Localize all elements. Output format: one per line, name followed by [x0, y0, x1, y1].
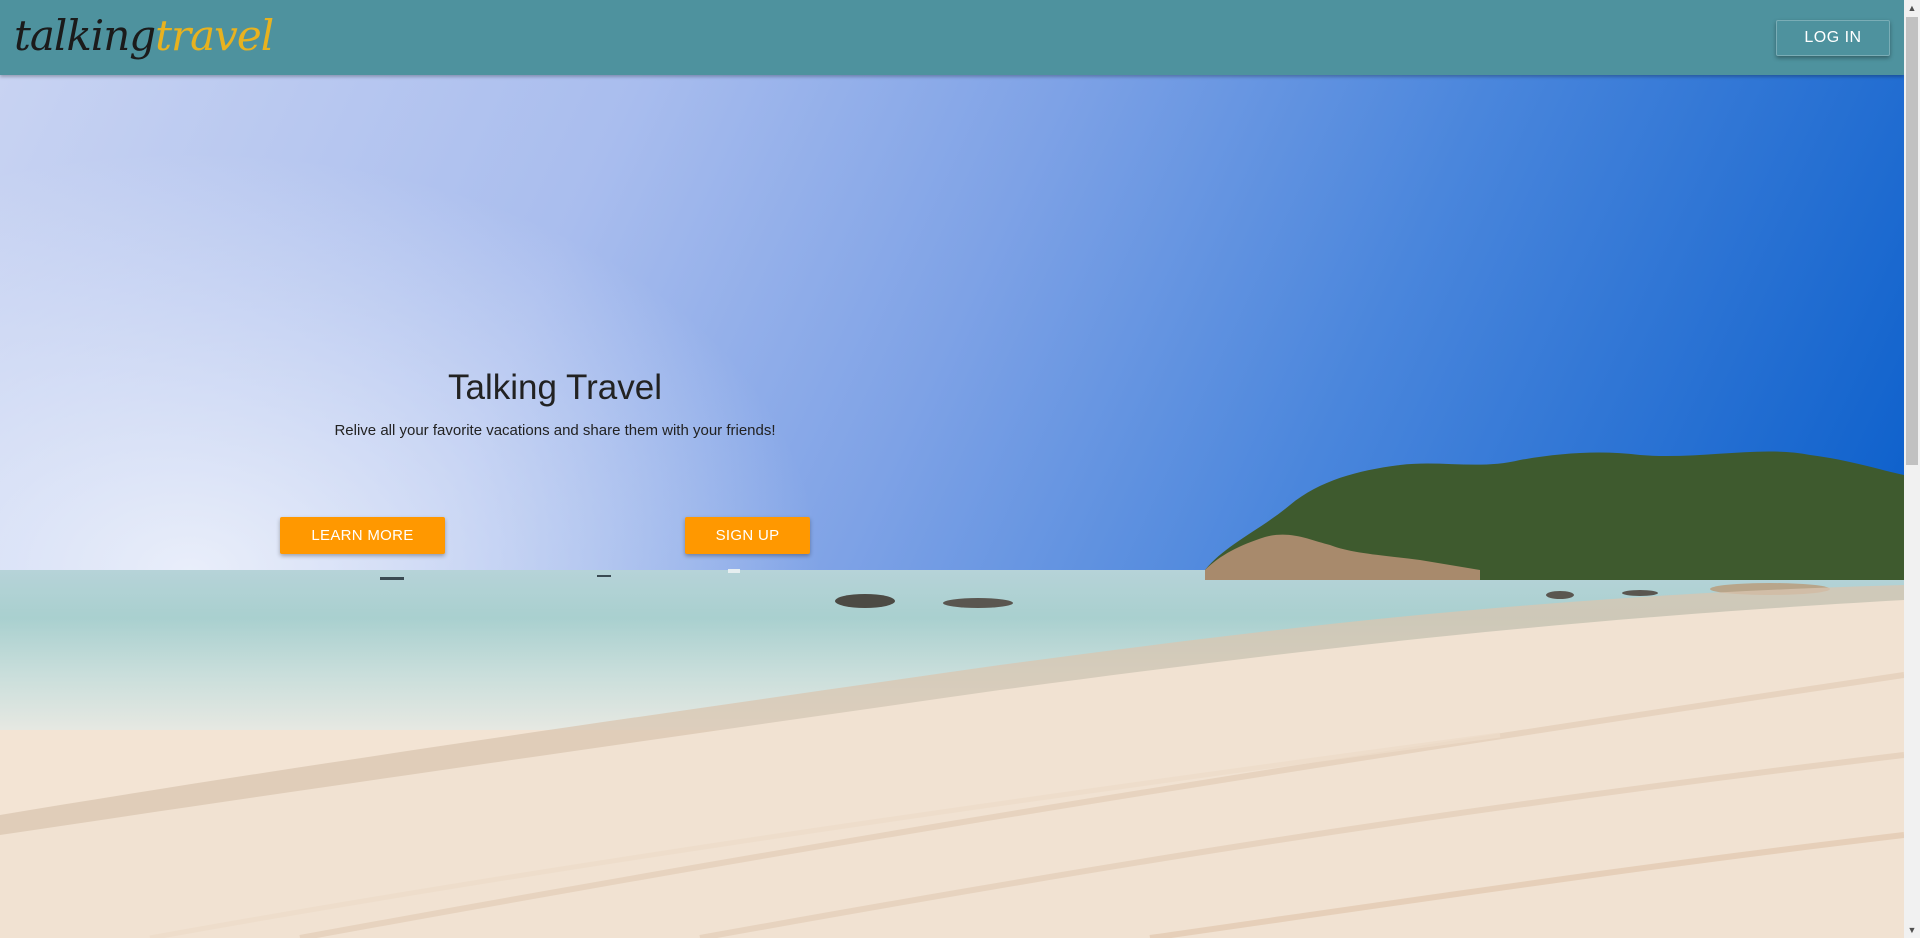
vertical-scrollbar[interactable]: ▲ ▼ — [1904, 0, 1920, 938]
login-button[interactable]: LOG IN — [1776, 20, 1890, 56]
learn-more-button[interactable]: LEARN MORE — [280, 517, 445, 554]
hero-section: Talking Travel Relive all your favorite … — [0, 75, 1904, 938]
logo-text-travel: travel — [155, 11, 274, 60]
hero-subtitle: Relive all your favorite vacations and s… — [334, 422, 776, 439]
page: Talking Travel Relive all your favorite … — [0, 0, 1920, 938]
scrollbar-thumb[interactable] — [1906, 17, 1918, 465]
sign-up-button[interactable]: SIGN UP — [685, 517, 810, 554]
logo-text-talking: talking — [14, 11, 156, 60]
hero-title: Talking Travel — [448, 368, 662, 407]
top-navbar: talkingtravel LOG IN — [0, 0, 1904, 75]
hero-content: Talking Travel Relive all your favorite … — [0, 75, 1904, 938]
site-logo[interactable]: talkingtravel — [14, 8, 274, 64]
scroll-up-arrow-icon[interactable]: ▲ — [1904, 0, 1920, 16]
scroll-down-arrow-icon[interactable]: ▼ — [1904, 922, 1920, 938]
